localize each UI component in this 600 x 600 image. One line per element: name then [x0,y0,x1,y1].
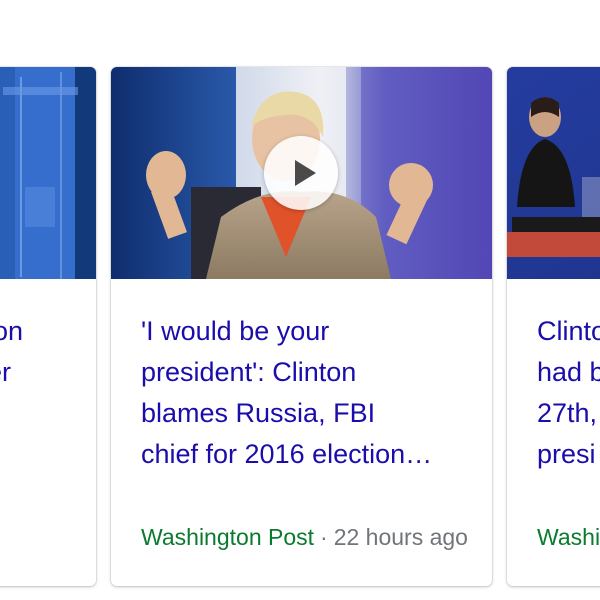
news-timestamp: 22 hours ago [333,524,468,550]
news-carousel: ion er [0,0,600,600]
news-thumbnail[interactable] [111,67,492,279]
play-button[interactable] [264,136,338,210]
news-source: Washington Post [141,524,315,550]
play-icon [295,160,316,186]
news-source: Washi [537,524,600,550]
news-card[interactable]: 'I would be your president': Clinton bla… [111,67,492,586]
news-headline[interactable]: 'I would be your president': Clinton bla… [141,311,471,475]
news-thumbnail[interactable] [507,67,600,279]
news-card[interactable]: ion er [0,67,96,586]
meta-separator: · [320,524,328,550]
news-meta: Washington Post · 22 hours ago [141,522,468,552]
news-thumbnail[interactable] [0,67,96,279]
news-headline[interactable]: ion er [0,311,91,393]
news-headline[interactable]: Clinto had b 27th, presi [537,311,600,475]
news-meta: Washi [537,522,600,552]
news-card[interactable]: Clinto had b 27th, presi Washi [507,67,600,586]
